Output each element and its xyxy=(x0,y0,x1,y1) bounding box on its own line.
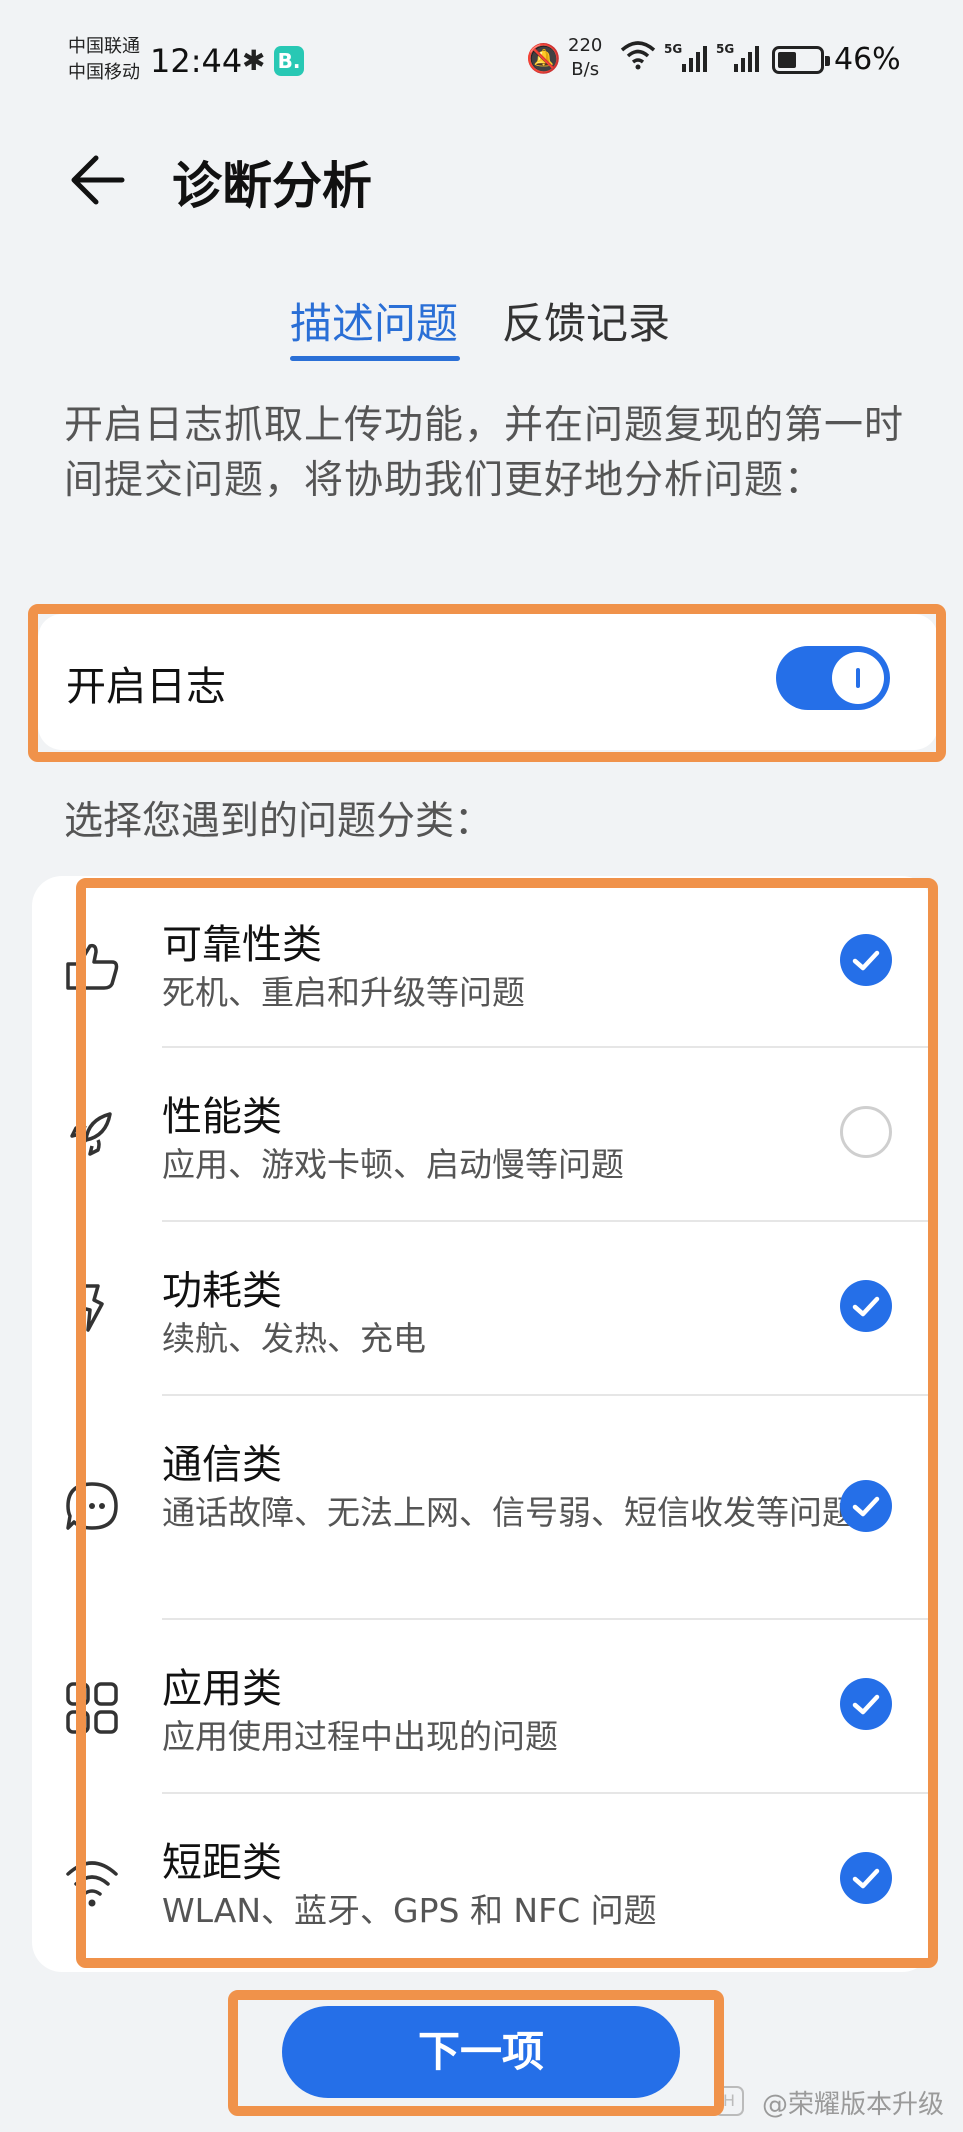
tab-describe-problem[interactable]: 描述问题 xyxy=(290,290,458,351)
category-checkbox-checked[interactable] xyxy=(840,1852,892,1904)
back-arrow-icon[interactable] xyxy=(64,148,128,212)
sig1-5g-label: 5G xyxy=(664,42,683,56)
active-tab-indicator xyxy=(290,356,460,361)
category-desc: WLAN、蓝牙、GPS 和 NFC 问题 xyxy=(162,1891,657,1930)
category-checkbox-checked[interactable] xyxy=(840,934,892,986)
bluetooth-icon: ✱ xyxy=(242,44,266,77)
next-button[interactable]: 下一项 xyxy=(282,2006,680,2098)
speed-value: 220 xyxy=(568,35,603,56)
category-item-communication[interactable]: 通信类 通话故障、无法上网、信号弱、短信收发等问题 xyxy=(32,1396,932,1618)
power-icon xyxy=(80,1284,104,1332)
bell-muted-icon: 🔕 xyxy=(526,42,561,75)
signal-bars-icon xyxy=(734,46,759,72)
sig2-5g-label: 5G xyxy=(716,42,735,56)
category-item-reliability[interactable]: 可靠性类 死机、重启和升级等问题 xyxy=(32,876,932,1048)
speed-unit: B/s xyxy=(571,59,600,80)
wifi-status-icon xyxy=(620,41,656,70)
app-notification-icon: B. xyxy=(274,46,304,76)
category-checkbox-checked[interactable] xyxy=(840,1480,892,1532)
category-desc: 通话故障、无法上网、信号弱、短信收发等问题 xyxy=(162,1493,855,1532)
watermark-logo-icon: H xyxy=(714,2086,744,2116)
category-desc: 应用使用过程中出现的问题 xyxy=(162,1717,558,1756)
carrier-1: 中国联通 xyxy=(68,36,140,57)
category-checkbox-unchecked[interactable] xyxy=(840,1106,892,1158)
category-prompt: 选择您遇到的问题分类： xyxy=(64,799,494,844)
battery-fill xyxy=(778,52,796,68)
carrier-2: 中国移动 xyxy=(68,62,140,83)
category-item-apps[interactable]: 应用类 应用使用过程中出现的问题 xyxy=(32,1620,932,1792)
signal-bars-icon xyxy=(682,46,707,72)
log-toggle-card: 开启日志 xyxy=(38,614,938,750)
category-title: 可靠性类 xyxy=(162,922,322,968)
category-checkbox-checked[interactable] xyxy=(840,1678,892,1730)
apps-grid-icon xyxy=(66,1682,118,1734)
network-speed: 220 B/s xyxy=(568,34,602,82)
watermark-text: @荣耀版本升级 xyxy=(762,2090,945,2120)
page-title: 诊断分析 xyxy=(172,157,372,215)
category-title: 功耗类 xyxy=(162,1268,282,1314)
toggle-knob xyxy=(832,652,884,704)
category-item-power[interactable]: 功耗类 续航、发热、充电 xyxy=(32,1222,932,1394)
log-toggle-label: 开启日志 xyxy=(66,664,226,710)
category-title: 短距类 xyxy=(162,1840,282,1886)
category-checkbox-checked[interactable] xyxy=(840,1280,892,1332)
category-title: 通信类 xyxy=(162,1442,282,1488)
category-list: 可靠性类 死机、重启和升级等问题 性能类 应用、游戏卡顿、启动慢等问题 功耗类 … xyxy=(32,876,932,1972)
intro-text: 开启日志抓取上传功能，并在问题复现的第一时间提交问题，将协助我们更好地分析问题： xyxy=(64,403,905,503)
category-title: 应用类 xyxy=(162,1666,282,1712)
battery-icon xyxy=(772,46,830,74)
battery-nub xyxy=(825,56,830,66)
wifi-icon xyxy=(66,1861,118,1907)
category-desc: 应用、游戏卡顿、启动慢等问题 xyxy=(162,1145,624,1184)
thumbs-up-icon xyxy=(66,943,119,990)
carrier-labels: 中国联通 中国移动 xyxy=(68,34,140,86)
category-item-performance[interactable]: 性能类 应用、游戏卡顿、启动慢等问题 xyxy=(32,1048,932,1220)
tab-feedback-records[interactable]: 反馈记录 xyxy=(502,290,670,351)
battery-percent: 46% xyxy=(834,42,901,77)
log-toggle-switch[interactable] xyxy=(776,646,890,710)
chat-bubble-icon xyxy=(66,1482,118,1530)
category-desc: 续航、发热、充电 xyxy=(162,1319,426,1358)
status-time: 12:44 xyxy=(150,42,243,80)
category-item-short-range[interactable]: 短距类 WLAN、蓝牙、GPS 和 NFC 问题 xyxy=(32,1794,932,1972)
category-desc: 死机、重启和升级等问题 xyxy=(162,973,525,1012)
status-bar: 中国联通 中国移动 12:44 ✱ B. 🔕 220 B/s 5G 5G 46% xyxy=(0,0,963,130)
rocket-icon xyxy=(70,1112,112,1156)
category-title: 性能类 xyxy=(162,1094,282,1140)
